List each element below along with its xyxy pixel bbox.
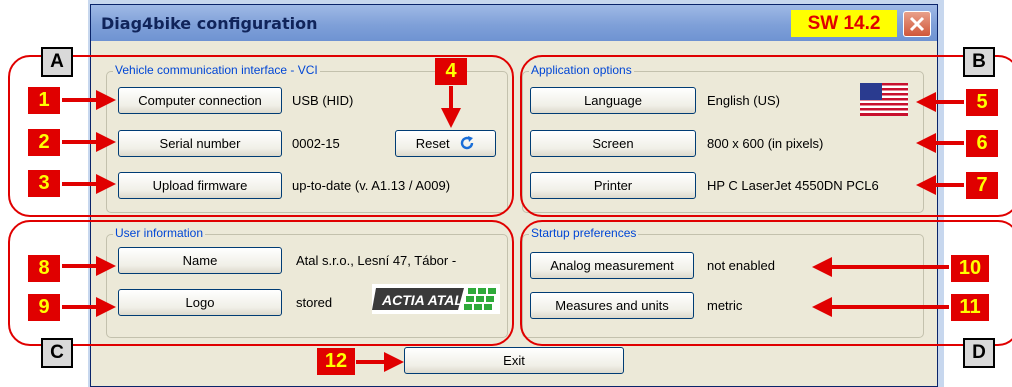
- annotation-11: 11: [951, 294, 989, 321]
- annotation-5: 5: [966, 89, 998, 116]
- section-label-a: A: [41, 47, 73, 77]
- annotation-8: 8: [28, 255, 60, 282]
- annotation-9: 9: [28, 294, 60, 321]
- title-bar: Diag4bike configuration SW 14.2: [91, 5, 937, 41]
- version-badge: SW 14.2: [791, 10, 897, 37]
- close-button[interactable]: [903, 11, 931, 37]
- window-title: Diag4bike configuration: [101, 14, 318, 33]
- annotation-2: 2: [28, 129, 60, 156]
- annotation-12: 12: [317, 348, 355, 375]
- section-d-frame: [520, 220, 1012, 346]
- section-c-frame: [8, 220, 514, 346]
- section-label-c: C: [41, 338, 73, 368]
- section-label-d: D: [963, 338, 995, 368]
- section-label-b: B: [963, 47, 995, 77]
- annotation-6: 6: [966, 130, 998, 157]
- exit-button[interactable]: Exit: [404, 347, 624, 374]
- annotation-10: 10: [951, 255, 989, 282]
- close-icon: [909, 16, 925, 32]
- section-b-frame: [520, 55, 1012, 217]
- annotation-1: 1: [28, 87, 60, 114]
- annotation-4: 4: [435, 58, 467, 85]
- annotation-7: 7: [966, 172, 998, 199]
- annotation-3: 3: [28, 170, 60, 197]
